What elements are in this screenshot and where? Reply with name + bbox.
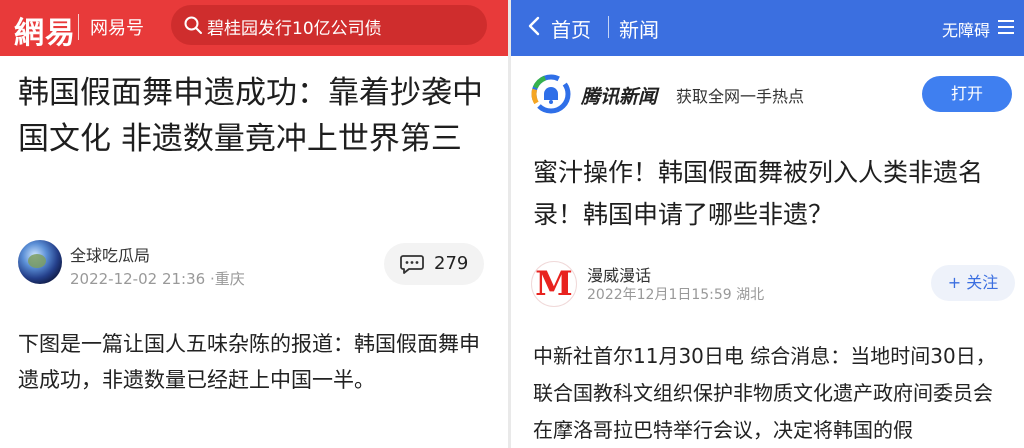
article-title: 蜜汁操作！韩国假面舞被列入人类非遗名录！韩国申请了哪些非遗？: [533, 158, 984, 229]
comment-icon: [400, 255, 424, 274]
banner-slogan: 获取全网一手热点: [676, 87, 805, 106]
search-icon: [184, 16, 202, 34]
follow-button[interactable]: + 关注: [931, 265, 1015, 301]
accessibility-link[interactable]: 无障碍: [942, 17, 990, 41]
article-timestamp: 2022-12-02 21:36: [70, 270, 206, 288]
back-home-link[interactable]: 首页: [551, 14, 591, 43]
article-location: ·重庆: [209, 270, 245, 288]
comment-count: 279: [434, 253, 469, 274]
article-location: 湖北: [736, 287, 765, 303]
tencent-panel: 首页 新闻 无障碍 腾讯新闻 获取全网一手热点 打开 蜜汁操作！韩国假面舞被列入…: [511, 0, 1024, 448]
netease-top-bar: 網易 网易号 碧桂园发行10亿公司债: [0, 0, 508, 56]
article-meta: 2022年12月1日15:59 湖北: [587, 284, 764, 304]
nav-current-section: 新闻: [619, 18, 659, 42]
author-name[interactable]: 漫威漫话: [587, 262, 651, 286]
chevron-left-icon[interactable]: [523, 14, 547, 38]
article-body: 下图是一篇让国人五味杂陈的报道：韩国假面舞申遗成功，非遗数量已经赶上中国一半。: [18, 332, 480, 392]
author-avatar[interactable]: [18, 240, 62, 284]
tencent-nav-bar: 首页 新闻 无障碍: [511, 0, 1024, 56]
open-app-button[interactable]: 打开: [922, 76, 1012, 112]
author-avatar[interactable]: M: [531, 261, 577, 307]
search-query: 碧桂园发行10亿公司债: [207, 19, 382, 39]
article-title: 韩国假面舞申遗成功：靠着抄袭中国文化 非遗数量竟冲上世界第三: [18, 75, 483, 157]
comment-button[interactable]: 279: [384, 243, 484, 285]
article-meta: 2022-12-02 21:36 ·重庆: [70, 268, 245, 289]
article-body: 中新社首尔11月30日电 综合消息：当地时间30日，联合国教科文组织保护非物质文…: [533, 344, 996, 442]
netease-logo[interactable]: 網易: [14, 8, 76, 52]
author-name[interactable]: 全球吃瓜局: [70, 242, 150, 266]
channel-label[interactable]: 网易号: [90, 14, 144, 40]
avatar-letter: M: [535, 264, 573, 304]
divider: [78, 14, 79, 40]
tencent-news-logo-icon: [531, 74, 571, 114]
divider: [608, 16, 609, 38]
netease-panel: 網易 网易号 碧桂园发行10亿公司债 韩国假面舞申遗成功：靠着抄袭中国文化 非遗…: [0, 0, 508, 448]
search-box[interactable]: 碧桂园发行10亿公司债: [171, 5, 487, 45]
menu-icon[interactable]: [998, 20, 1014, 34]
tencent-news-brand: 腾讯新闻: [581, 86, 658, 108]
article-timestamp: 2022年12月1日15:59: [587, 287, 732, 303]
